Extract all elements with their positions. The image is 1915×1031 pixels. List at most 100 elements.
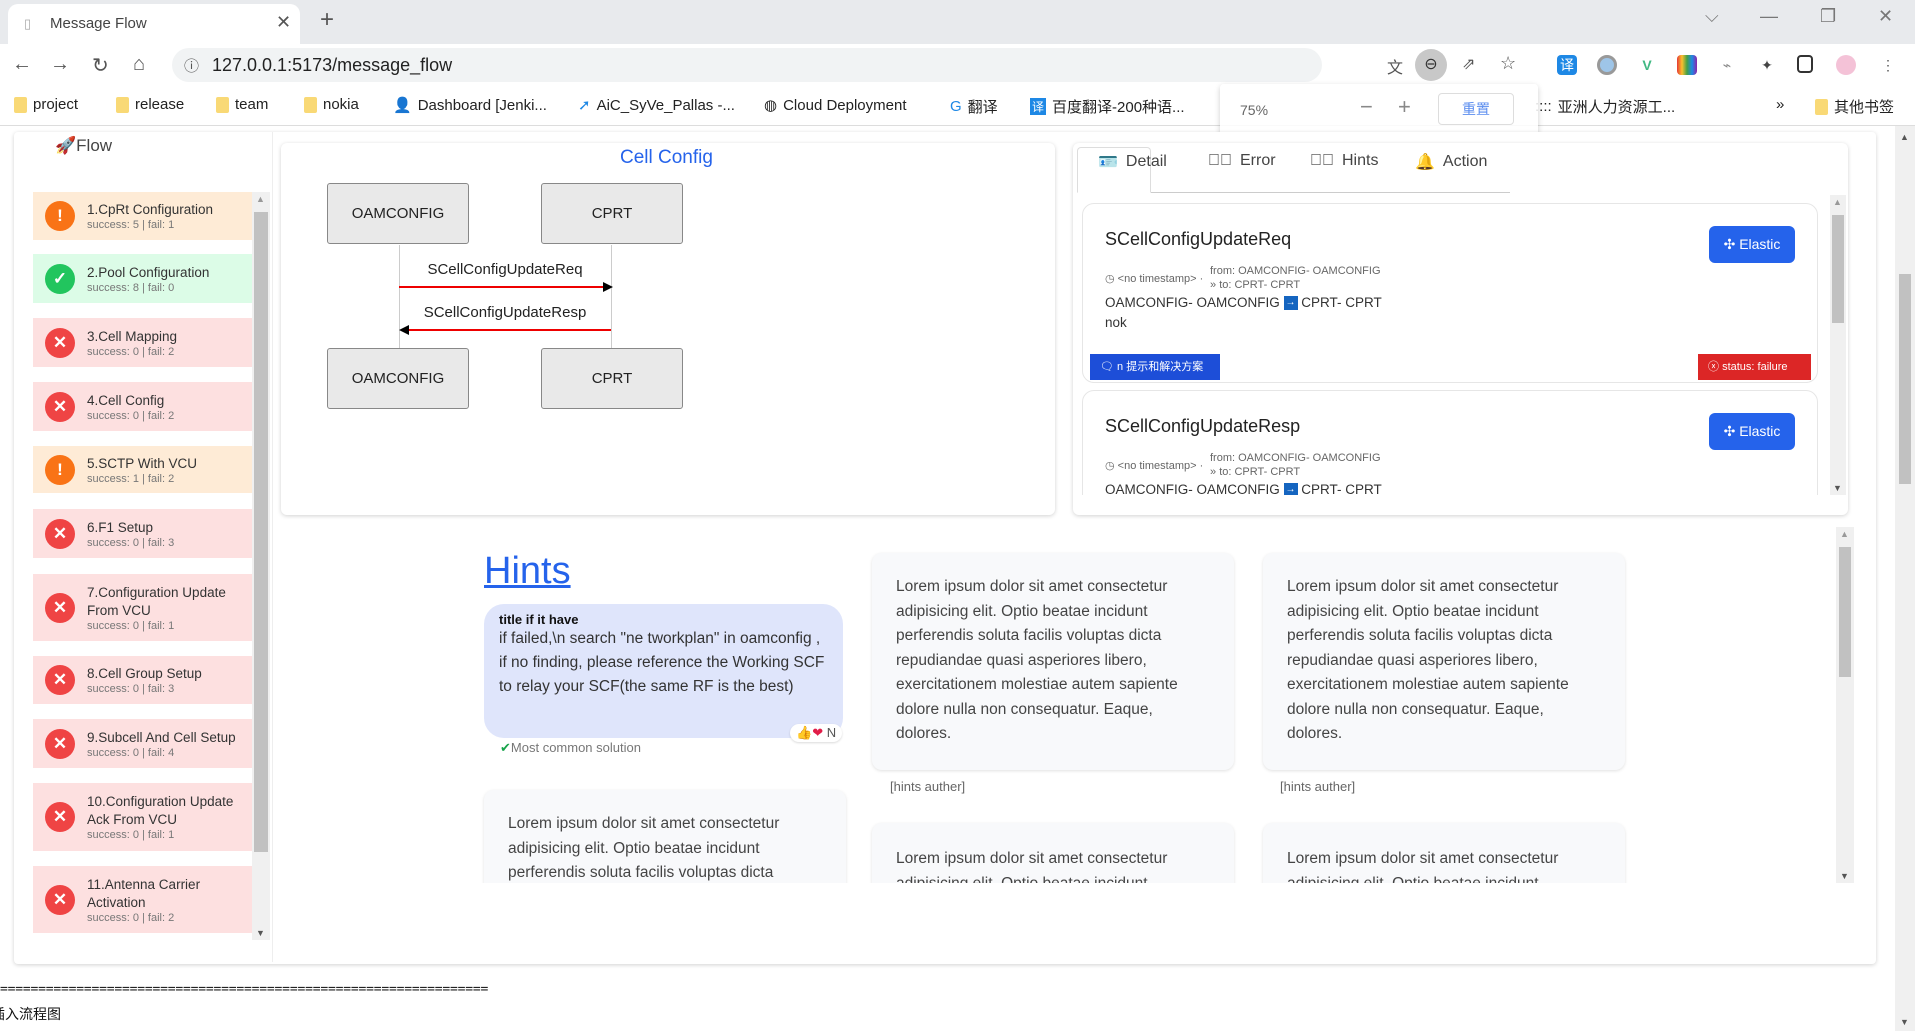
bookmark-other[interactable]: 其他书签 [1815, 96, 1894, 117]
translate-extension-icon[interactable]: 译 [1557, 55, 1577, 75]
sidebar-item[interactable]: ✕ 4.Cell Config success: 0 | fail: 2 [33, 382, 252, 431]
hints-solutions-button[interactable]: 🗨 n 提示和解决方案 [1090, 354, 1220, 380]
bookmark-label: 亚洲人力资源工... [1557, 99, 1676, 116]
profile-avatar[interactable] [1836, 55, 1856, 75]
bookmark-hr[interactable]: :::: 亚洲人力资源工... [1535, 96, 1675, 117]
bookmark-translate[interactable]: G 翻译 [950, 96, 998, 117]
close-tab-icon[interactable]: ✕ [276, 12, 291, 33]
page-scrollbar[interactable]: ▲ ▼ [1895, 126, 1915, 1031]
scroll-up-icon[interactable]: ▲ [1840, 529, 1849, 539]
actor-oamconfig-top[interactable]: OAMCONFIG [327, 183, 469, 244]
sidebar-item[interactable]: ✕ 9.Subcell And Cell Setup success: 0 | fa… [33, 719, 252, 768]
vue-devtools-icon[interactable]: V [1637, 55, 1657, 75]
detail-scrollbar[interactable]: ▲ ▼ [1830, 195, 1846, 495]
home-icon[interactable]: ⌂ [133, 53, 145, 76]
sidebar-item[interactable]: ✕ 7.Configuration Update From VCU success:… [33, 574, 252, 641]
timestamp-text: <no timestamp> [1117, 460, 1197, 472]
actor-cprt-top[interactable]: CPRT [541, 183, 683, 244]
zoom-reset-button[interactable]: 重置 [1438, 93, 1514, 125]
browser-tab[interactable]: ▯ Message Flow ✕ [8, 4, 300, 44]
scroll-down-icon[interactable]: ▼ [1840, 871, 1849, 881]
sidebar-item[interactable]: ✓ 2.Pool Configuration success: 8 | fail: … [33, 254, 252, 303]
bookmark-nokia[interactable]: nokia [304, 96, 359, 113]
bookmark-aic[interactable]: ➚ AiC_SyVe_Pallas -... [578, 96, 735, 115]
sidebar-item[interactable]: ✕ 10.Configuration Update Ack From VCU suc… [33, 783, 252, 851]
sidebar-item-stats: success: 0 | fail: 3 [87, 683, 175, 695]
message-label-req[interactable]: SCellConfigUpdateReq [375, 261, 635, 278]
sidebar-item-label: 10.Configuration Update Ack From VCU [87, 794, 234, 827]
zoom-icon[interactable]: ⊖ [1415, 49, 1447, 81]
bookmark-project[interactable]: project [14, 96, 78, 113]
sidebar-item[interactable]: ! 1.CpRt Configuration success: 5 | fail: … [33, 192, 252, 240]
elastic-button[interactable]: ✣ Elastic [1709, 413, 1795, 450]
sidebar-item-label: 3.Cell Mapping [87, 328, 178, 344]
address-bar[interactable]: ⓘ 127.0.0.1:5173/message_flow 文 ⊖ ⇗ ☆ [172, 48, 1516, 82]
sidebar-item[interactable]: ✕ 8.Cell Group Setup success: 0 | fail: 3 [33, 656, 252, 704]
tab-search-icon[interactable]: ⌵ [1705, 6, 1719, 27]
scrollbar-thumb[interactable] [1832, 215, 1844, 323]
rocket-icon: 🚀 [55, 136, 77, 155]
minimize-button[interactable]: — [1760, 6, 1778, 27]
forward-icon[interactable]: → [50, 53, 70, 76]
actor-oamconfig-bottom[interactable]: OAMCONFIG [327, 348, 469, 409]
sidebar-scrollbar[interactable]: ▲ ▼ [252, 192, 270, 940]
reaction-count: N [826, 725, 837, 740]
bookmark-star-icon[interactable]: ☆ [1500, 53, 1516, 74]
actor-cprt-bottom[interactable]: CPRT [541, 348, 683, 409]
elastic-button[interactable]: ✣ Elastic [1709, 226, 1795, 263]
scrollbar-thumb[interactable] [254, 212, 268, 852]
tab-detail[interactable]: 🪪 Detail [1098, 152, 1167, 172]
scrollbar-thumb[interactable] [1839, 547, 1851, 677]
scroll-up-icon[interactable]: ▲ [1833, 197, 1842, 207]
extension-circle-icon[interactable] [1597, 55, 1617, 75]
bookmark-team[interactable]: team [216, 96, 268, 113]
message-card[interactable]: SCellConfigUpdateResp ✣ Elastic ◷ <no ti… [1082, 390, 1818, 495]
back-icon[interactable]: ← [12, 53, 32, 76]
tab-action[interactable]: 🔔 Action [1415, 152, 1487, 172]
message-card[interactable]: SCellConfigUpdateReq ✣ Elastic ◷ <no tim… [1082, 203, 1818, 383]
extensions-puzzle-icon[interactable]: ✦ [1757, 55, 1777, 75]
failure-status-icon: ✕ [45, 518, 75, 549]
bookmark-baidu[interactable]: 译百度翻译-200种语... [1030, 96, 1185, 117]
more-bookmarks-icon[interactable]: » [1776, 96, 1784, 113]
bookmarks-bar: project release team nokia 👤 Dashboard [J… [0, 86, 1915, 126]
hints-scrollbar[interactable]: ▲ ▼ [1836, 527, 1854, 883]
scrollbar-thumb[interactable] [1899, 274, 1911, 484]
scroll-down-icon[interactable]: ▼ [1833, 483, 1842, 493]
menu-icon[interactable]: ⋮ [1878, 55, 1898, 75]
color-extension-icon[interactable] [1677, 55, 1697, 75]
sidebar-item[interactable]: ✕ 3.Cell Mapping success: 0 | fail: 2 [33, 318, 252, 367]
baidu-translate-icon: 译 [1030, 98, 1047, 115]
hints-title[interactable]: Hints [484, 550, 571, 593]
new-tab-button[interactable]: + [320, 6, 334, 34]
url-text[interactable]: 127.0.0.1:5173/message_flow [212, 55, 452, 76]
bookmark-cloud[interactable]: ◍ Cloud Deployment [764, 96, 907, 115]
clock-icon: ◷ [1105, 460, 1118, 472]
scroll-up-icon[interactable]: ▲ [256, 194, 265, 204]
zoom-in-button[interactable]: + [1398, 94, 1411, 120]
sidebar-item[interactable]: ✕ 11.Antenna Carrier Activation success: 0… [33, 866, 252, 933]
zoom-out-button[interactable]: − [1360, 94, 1373, 120]
translate-icon[interactable]: 文 [1387, 54, 1403, 78]
sidebar-item[interactable]: ! 5.SCTP With VCU success: 1 | fail: 2 [33, 446, 252, 493]
reload-icon[interactable]: ↻ [92, 53, 109, 78]
bell-icon: 🔔 [1415, 154, 1435, 171]
scroll-down-icon[interactable]: ▼ [256, 928, 265, 938]
source: OAMCONFIG- OAMCONFIG [1105, 295, 1280, 310]
plug-extension-icon[interactable]: ⌁ [1717, 55, 1737, 75]
reactions[interactable]: 👍❤ N [790, 724, 843, 742]
bookmark-jenkins[interactable]: 👤 Dashboard [Jenki... [393, 96, 547, 115]
bookmark-release[interactable]: release [116, 96, 184, 113]
side-panel-icon[interactable] [1797, 55, 1813, 73]
share-icon[interactable]: ⇗ [1462, 54, 1475, 74]
scroll-up-icon[interactable]: ▲ [1900, 132, 1909, 142]
maximize-button[interactable]: ❐ [1820, 6, 1836, 27]
tab-error[interactable]: ✓⃝ Error [1208, 152, 1276, 170]
scroll-down-icon[interactable]: ▼ [1900, 1017, 1909, 1027]
close-window-button[interactable]: ✕ [1878, 6, 1893, 27]
tab-hints[interactable]: ✓⃝ Hints [1310, 152, 1378, 170]
to-line: » to: CPRT- CPRT [1210, 466, 1300, 478]
info-icon[interactable]: ⓘ [184, 55, 199, 76]
sidebar-item[interactable]: ✕ 6.F1 Setup success: 0 | fail: 3 [33, 509, 252, 558]
sidebar-title: 🚀Flow [55, 136, 112, 156]
